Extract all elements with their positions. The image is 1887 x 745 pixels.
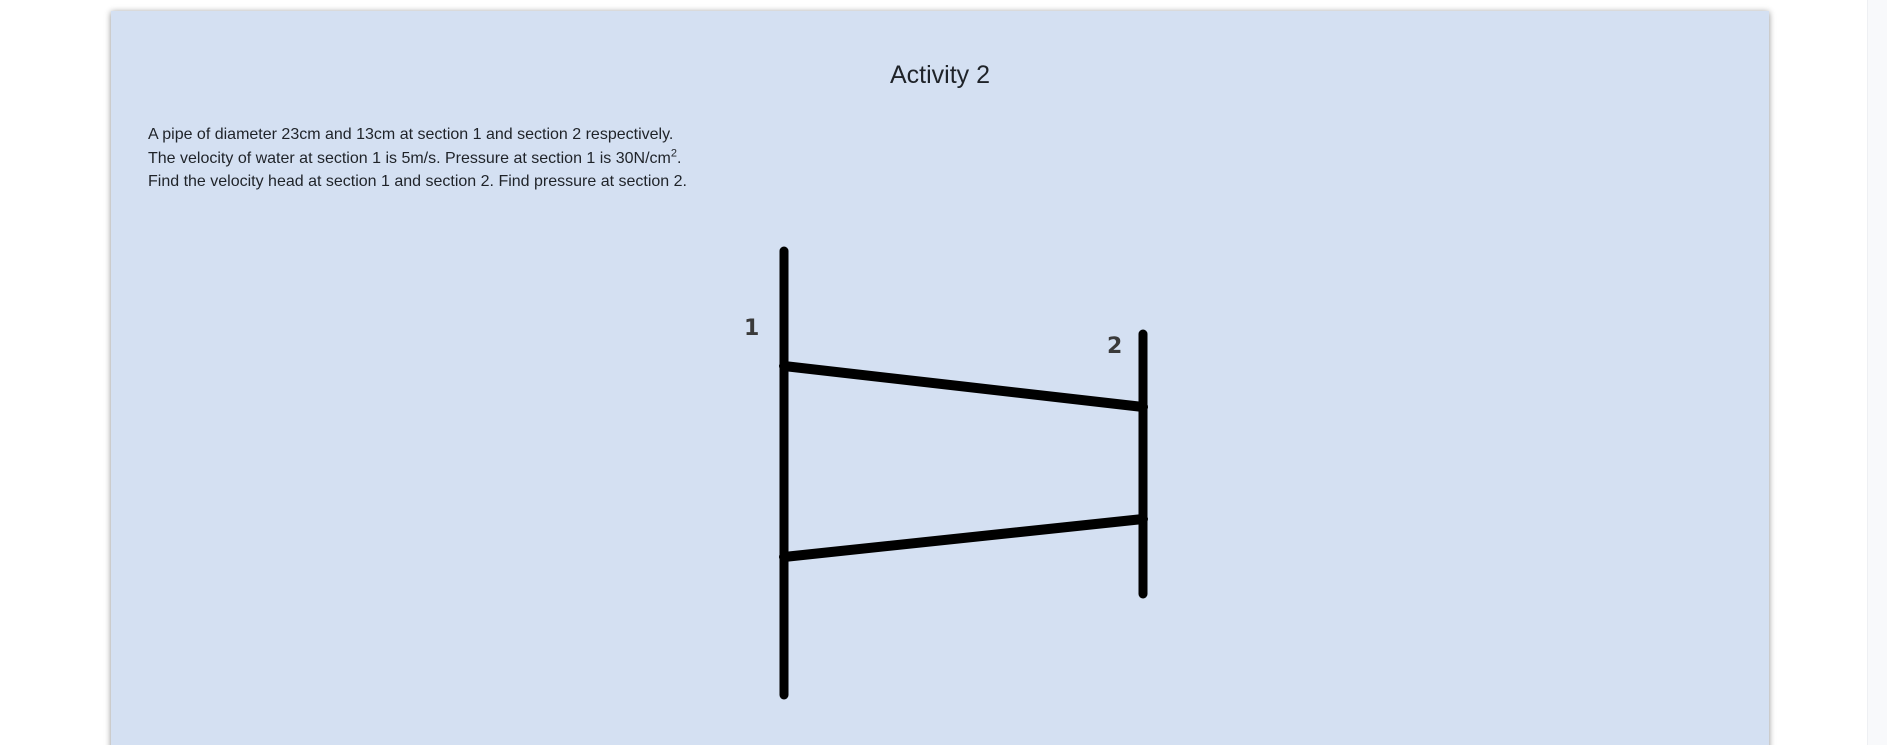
pipe-top-wall <box>779 361 1148 412</box>
section-1-label: 1 <box>744 316 759 341</box>
section-2-label: 2 <box>1107 334 1122 359</box>
scrollbar-track[interactable] <box>1867 0 1887 745</box>
pipe-bottom-wall <box>779 514 1148 562</box>
activity-card: Activity 2 A pipe of diameter 23cm and 1… <box>111 11 1769 745</box>
page: Activity 2 A pipe of diameter 23cm and 1… <box>0 0 1887 745</box>
pipe-diagram: 1 2 <box>744 246 1148 700</box>
